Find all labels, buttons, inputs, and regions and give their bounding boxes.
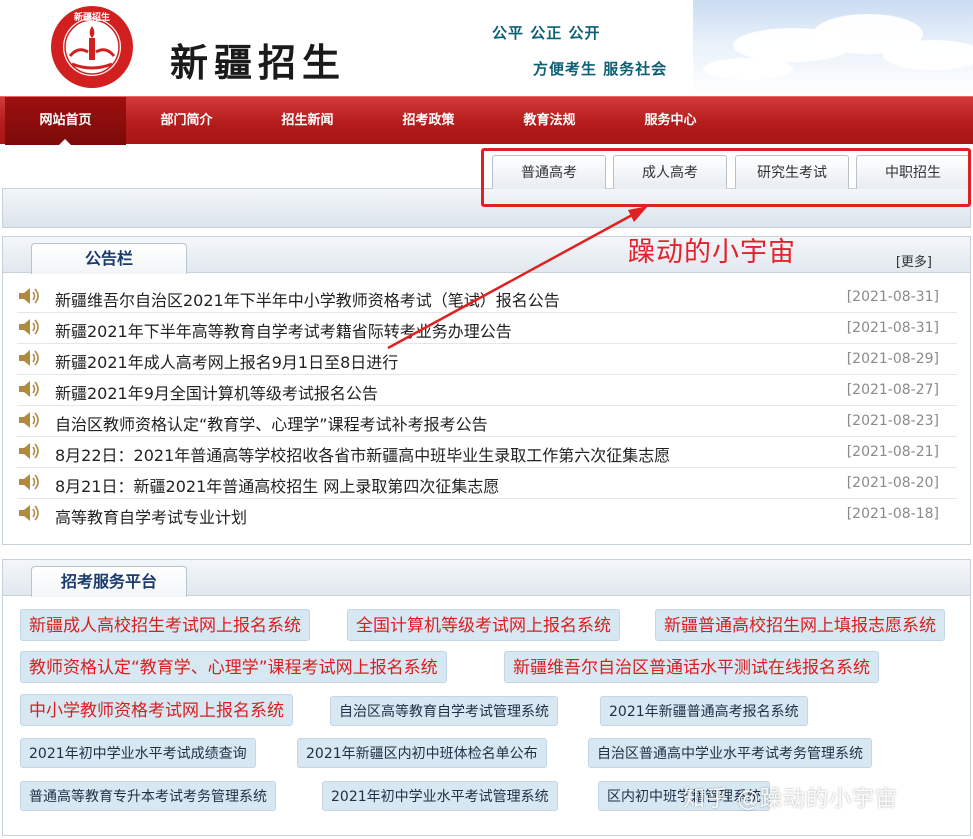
speaker-icon bbox=[19, 505, 39, 521]
notice-date: [2021-08-29] bbox=[846, 351, 939, 367]
nav-item-service[interactable]: 服务中心 bbox=[610, 97, 731, 145]
service-button[interactable]: 2021年新疆区内初中班体检名单公布 bbox=[297, 738, 547, 768]
main-nav: 网站首页 部门简介 招生新闻 招考政策 教育法规 服务中心 bbox=[0, 96, 973, 145]
watermark: 知乎 @躁动的小宇宙 bbox=[683, 787, 898, 812]
annotation-label: 躁动的小宇宙 bbox=[628, 237, 796, 268]
notice-title[interactable]: 新疆2021年下半年高等教育自学考试考籍省际转考业务办理公告 bbox=[55, 318, 512, 342]
notice-date: [2021-08-27] bbox=[846, 382, 939, 398]
speaker-icon bbox=[19, 381, 39, 397]
notice-date: [2021-08-20] bbox=[846, 475, 939, 491]
notice-title[interactable]: 自治区教师资格认定“教育学、心理学”课程考试补考报考公告 bbox=[55, 411, 488, 435]
notice-title[interactable]: 新疆维吾尔自治区2021年下半年中小学教师资格考试（笔试）报名公告 bbox=[55, 287, 560, 311]
list-item[interactable]: 8月21日：新疆2021年普通高校招生 网上录取第四次征集志愿 [2021-08… bbox=[17, 468, 957, 499]
service-button[interactable]: 新疆普通高校招生网上填报志愿系统 bbox=[655, 609, 945, 641]
speaker-icon bbox=[19, 443, 39, 459]
nav-item-news[interactable]: 招生新闻 bbox=[247, 97, 368, 145]
service-button[interactable]: 新疆成人高校招生考试网上报名系统 bbox=[20, 609, 310, 641]
list-item[interactable]: 高等教育自学考试专业计划 [2021-08-18] bbox=[17, 499, 957, 530]
notice-title[interactable]: 高等教育自学考试专业计划 bbox=[55, 504, 247, 528]
service-button[interactable]: 自治区普通高中学业水平考试考务管理系统 bbox=[588, 738, 872, 768]
notice-panel: 公告栏 [更多] 新疆维吾尔自治区2021年下半年中小学教师资格考试（笔试）报名… bbox=[2, 236, 971, 545]
service-button[interactable]: 2021年新疆普通高考报名系统 bbox=[600, 696, 808, 726]
notice-panel-title: 公告栏 bbox=[31, 243, 187, 274]
notice-title[interactable]: 新疆2021年成人高考网上报名9月1日至8日进行 bbox=[55, 349, 398, 373]
service-button[interactable]: 教师资格认定“教育学、心理学”课程考试网上报名系统 bbox=[20, 651, 447, 683]
service-button[interactable]: 全国计算机等级考试网上报名系统 bbox=[347, 609, 620, 641]
service-button[interactable]: 2021年初中学业水平考试管理系统 bbox=[322, 781, 558, 811]
notice-title[interactable]: 8月21日：新疆2021年普通高校招生 网上录取第四次征集志愿 bbox=[55, 473, 499, 497]
sky-banner bbox=[693, 0, 973, 95]
service-button[interactable]: 新疆维吾尔自治区普通话水平测试在线报名系统 bbox=[504, 651, 879, 683]
service-button[interactable]: 自治区高等教育自学考试管理系统 bbox=[330, 696, 558, 726]
service-panel-title: 招考服务平台 bbox=[31, 566, 187, 597]
nav-item-department[interactable]: 部门简介 bbox=[126, 97, 247, 145]
notice-date: [2021-08-31] bbox=[846, 289, 939, 305]
list-item[interactable]: 新疆2021年9月全国计算机等级考试报名公告 [2021-08-27] bbox=[17, 375, 957, 406]
service-button[interactable]: 2021年初中学业水平考试成绩查询 bbox=[20, 738, 256, 768]
more-link[interactable]: [更多] bbox=[896, 251, 932, 270]
list-item[interactable]: 8月22日：2021年普通高等学校招收各省市新疆高中班毕业生录取工作第六次征集志… bbox=[17, 437, 957, 468]
speaker-icon bbox=[19, 288, 39, 304]
logo-emblem[interactable]: 新疆招生 bbox=[46, 4, 138, 90]
notice-date: [2021-08-18] bbox=[846, 506, 939, 522]
nav-item-home[interactable]: 网站首页 bbox=[5, 97, 126, 145]
nav-item-policy[interactable]: 招考政策 bbox=[368, 97, 489, 145]
logo-text: 新疆招生 bbox=[74, 11, 110, 23]
notice-title[interactable]: 8月22日：2021年普通高等学校招收各省市新疆高中班毕业生录取工作第六次征集志… bbox=[55, 442, 670, 466]
annotation-highlight-box bbox=[481, 148, 971, 207]
notice-title[interactable]: 新疆2021年9月全国计算机等级考试报名公告 bbox=[55, 380, 378, 404]
speaker-icon bbox=[19, 319, 39, 335]
notice-date: [2021-08-31] bbox=[846, 320, 939, 336]
speaker-icon bbox=[19, 412, 39, 428]
notice-date: [2021-08-23] bbox=[846, 413, 939, 429]
site-header: 新疆招生 新疆招生 公平 公正 公开 方便考生 服务社会 bbox=[0, 0, 973, 95]
nav-item-laws[interactable]: 教育法规 bbox=[489, 97, 610, 145]
slogan-line1: 公平 公正 公开 bbox=[492, 24, 601, 42]
service-button[interactable]: 中小学教师资格考试网上报名系统 bbox=[20, 694, 293, 726]
speaker-icon bbox=[19, 474, 39, 490]
list-item[interactable]: 自治区教师资格认定“教育学、心理学”课程考试补考报考公告 [2021-08-23… bbox=[17, 406, 957, 437]
speaker-icon bbox=[19, 350, 39, 366]
notice-date: [2021-08-21] bbox=[846, 444, 939, 460]
slogan-line2: 方便考生 服务社会 bbox=[533, 60, 668, 78]
service-button[interactable]: 普通高等教育专升本考试考务管理系统 bbox=[20, 781, 276, 811]
site-title: 新疆招生 bbox=[170, 40, 347, 85]
list-item[interactable]: 新疆2021年成人高考网上报名9月1日至8日进行 [2021-08-29] bbox=[17, 344, 957, 375]
list-item[interactable]: 新疆2021年下半年高等教育自学考试考籍省际转考业务办理公告 [2021-08-… bbox=[17, 313, 957, 344]
list-item[interactable]: 新疆维吾尔自治区2021年下半年中小学教师资格考试（笔试）报名公告 [2021-… bbox=[17, 282, 957, 313]
